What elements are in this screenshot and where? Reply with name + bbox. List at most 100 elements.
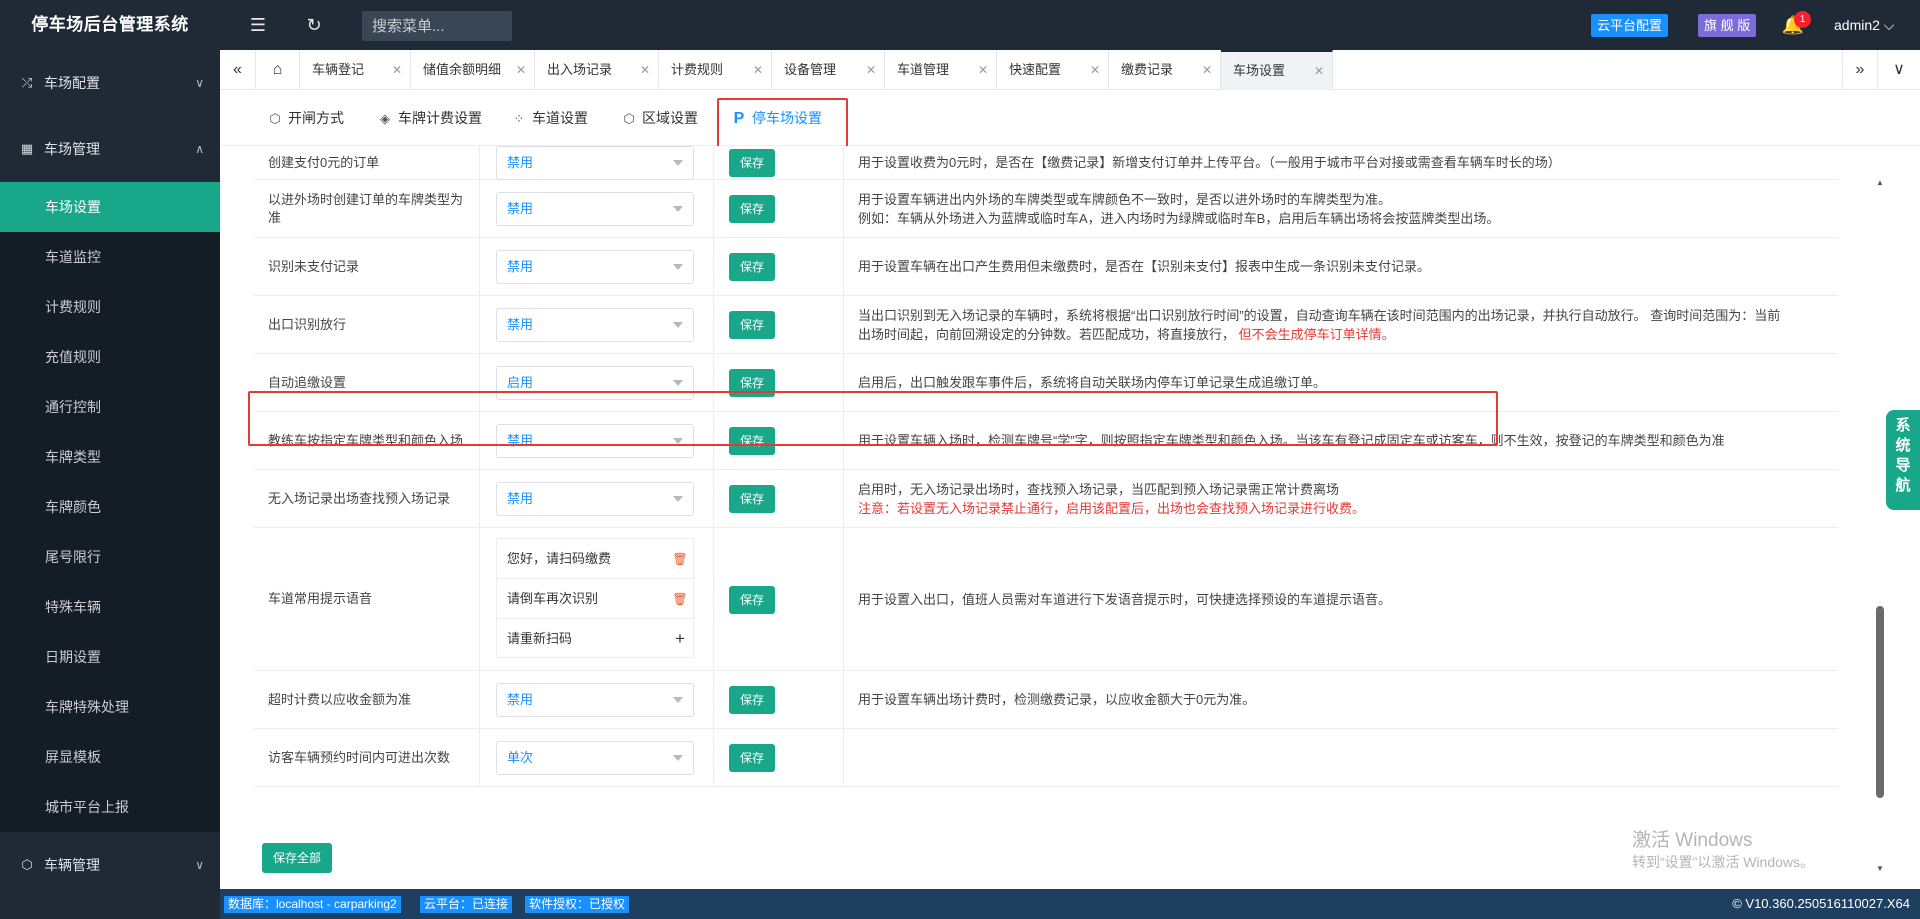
setting-description: 用于设置收费为0元时，是否在【缴费记录】新增支付订单并上传平台。（一般用于城市平… [858, 155, 1561, 170]
cloud-config-button[interactable]: 云平台配置 [1591, 14, 1669, 37]
sidebar-item-billing-rules[interactable]: 计费规则 [0, 282, 220, 332]
setting-select[interactable]: 禁用 [496, 146, 694, 180]
list-item[interactable]: 您好，请扫码缴费 🗑 [496, 538, 694, 578]
refresh-icon[interactable]: ↻ [301, 12, 327, 38]
sidebar-item-tail-restriction[interactable]: 尾号限行 [0, 532, 220, 582]
tab-quick-config[interactable]: 快速配置 ✕ [997, 50, 1109, 90]
trash-icon[interactable]: 🗑 [671, 539, 689, 579]
table-row: 超时计费以应收金额为准 禁用 保存 用于设置车辆出场计费时，检测缴费记录，以应收… [254, 671, 1838, 729]
chevron-up-icon: ∧ [195, 142, 204, 156]
plus-icon[interactable]: + [671, 619, 689, 659]
close-icon[interactable]: ✕ [978, 50, 988, 90]
setting-select[interactable]: 禁用 [496, 424, 694, 458]
table-row: 无入场记录出场查找预入场记录 禁用 保存 启用时，无入场记录出场时，查找预入场记… [254, 470, 1838, 528]
setting-select[interactable]: 单次 [496, 741, 694, 775]
tab-lane-manage[interactable]: 车道管理 ✕ [885, 50, 997, 90]
sidebar-item-plate-special[interactable]: 车牌特殊处理 [0, 682, 220, 732]
save-button[interactable]: 保存 [729, 686, 775, 714]
setting-select[interactable]: 禁用 [496, 308, 694, 342]
sidebar-item-special-vehicle[interactable]: 特殊车辆 [0, 582, 220, 632]
trash-icon[interactable]: 🗑 [671, 579, 689, 619]
close-icon[interactable]: ✕ [753, 50, 763, 90]
home-icon[interactable]: ⌂ [256, 50, 300, 90]
sidebar-item-city-report[interactable]: 城市平台上报 [0, 782, 220, 832]
setting-select[interactable]: 禁用 [496, 683, 694, 717]
sidebar-item-parking-settings[interactable]: 车场设置 [0, 182, 220, 232]
tab-billing-rules[interactable]: 计费规则 ✕ [659, 50, 772, 90]
search-menu-input[interactable] [362, 11, 512, 41]
save-button[interactable]: 保存 [729, 311, 775, 339]
save-button[interactable]: 保存 [729, 253, 775, 281]
list-item[interactable]: 请重新扫码 + [496, 618, 694, 658]
close-icon[interactable]: ✕ [1314, 52, 1324, 90]
caret-down-icon [673, 496, 683, 502]
save-button[interactable]: 保存 [729, 149, 775, 177]
setting-select[interactable]: 禁用 [496, 192, 694, 226]
user-menu[interactable]: admin2 ⌵ [1834, 0, 1894, 50]
scrollbar-thumb[interactable] [1876, 606, 1884, 798]
save-button[interactable]: 保存 [729, 195, 775, 223]
setting-select[interactable]: 启用 [496, 366, 694, 400]
save-all-button[interactable]: 保存全部 [262, 843, 332, 873]
edition-badge[interactable]: 旗 舰 版 [1698, 14, 1757, 37]
subtab-plate-billing[interactable]: ◈ 车牌计费设置 [376, 102, 482, 134]
setting-label: 以进外场时创建订单的车牌类型为准 [268, 191, 464, 225]
tabs-scroll-left-icon[interactable]: « [220, 50, 256, 90]
tab-payment-records[interactable]: 缴费记录 ✕ [1109, 50, 1221, 90]
setting-description-cont: 出场时间起，向前回溯设定的分钟数。若匹配成功，将直接放行， [858, 326, 1236, 342]
sidebar-group-parking-config[interactable]: ⤮ 车场配置 ∨ [0, 50, 220, 116]
close-icon[interactable]: ✕ [516, 50, 526, 90]
tab-vehicle-register[interactable]: 车辆登记 ✕ [300, 50, 411, 90]
setting-select[interactable]: 禁用 [496, 250, 694, 284]
sidebar-item-access-control[interactable]: 通行控制 [0, 382, 220, 432]
sidebar-item-date-settings[interactable]: 日期设置 [0, 632, 220, 682]
tab-label: 车辆登记 [312, 62, 365, 77]
tab-label: 车场设置 [1233, 63, 1286, 78]
subtab-gate-mode[interactable]: ⬡ 开闸方式 [266, 102, 344, 134]
tab-parking-settings[interactable]: 车场设置 ✕ [1221, 50, 1333, 90]
subtab-zone-settings[interactable]: ⬡ 区域设置 [620, 102, 698, 134]
tab-label: 计费规则 [671, 62, 724, 77]
save-button[interactable]: 保存 [729, 369, 775, 397]
voice-text: 请重新扫码 [507, 631, 573, 646]
tab-balance-detail[interactable]: 储值余额明细 ✕ [411, 50, 535, 90]
list-item[interactable]: 请倒车再次识别 🗑 [496, 578, 694, 618]
subtab-lane-settings[interactable]: ⁘ 车道设置 [510, 102, 588, 134]
close-icon[interactable]: ✕ [640, 50, 650, 90]
sidebar: ⤮ 车场配置 ∨ ▦ 车场管理 ∧ 车场设置 车道监控 计费规则 充值规则 通行… [0, 50, 220, 919]
sidebar-item-plate-color[interactable]: 车牌颜色 [0, 482, 220, 532]
menu-collapse-icon[interactable]: ☰ [245, 12, 271, 38]
sidebar-group-vehicle-manage[interactable]: ⬡ 车辆管理 ∨ [0, 832, 220, 898]
tab-in-out-records[interactable]: 出入场记录 ✕ [535, 50, 659, 90]
tabs-scroll-right-icon[interactable]: » [1842, 50, 1878, 90]
sidebar-item-display-template[interactable]: 屏显模板 [0, 732, 220, 782]
close-icon[interactable]: ✕ [1202, 50, 1212, 90]
sidebar-item-plate-type[interactable]: 车牌类型 [0, 432, 220, 482]
close-icon[interactable]: ✕ [392, 50, 402, 90]
save-button[interactable]: 保存 [729, 427, 775, 455]
scroll-down-icon[interactable]: ▼ [1875, 864, 1885, 874]
save-button[interactable]: 保存 [729, 744, 775, 772]
vertical-scrollbar[interactable]: ▲ ▼ [1873, 178, 1887, 874]
setting-select[interactable]: 禁用 [496, 482, 694, 516]
table-row: 教练车按指定车牌类型和颜色入场 禁用 保存 用于设置车辆入场时，检测车牌号“学”… [254, 412, 1838, 470]
table-row: 出口识别放行 禁用 保存 当出口识别到无入场记录的车辆时，系统将根据“出口识别放… [254, 296, 1838, 354]
subtab-parking-lot-settings[interactable]: P 停车场设置 [730, 102, 822, 134]
scroll-up-icon[interactable]: ▲ [1875, 178, 1885, 188]
tab-device-manage[interactable]: 设备管理 ✕ [772, 50, 885, 90]
chevron-down-icon[interactable]: ∨ [1878, 50, 1920, 90]
close-icon[interactable]: ✕ [866, 50, 876, 90]
select-value: 禁用 [507, 317, 534, 332]
save-button[interactable]: 保存 [729, 586, 775, 614]
sidebar-item-lane-monitor[interactable]: 车道监控 [0, 232, 220, 282]
status-cloud: 云平台：已连接 [420, 896, 513, 913]
select-value: 启用 [507, 375, 534, 390]
status-license: 软件授权：已授权 [525, 896, 630, 913]
sidebar-item-recharge-rules[interactable]: 充值规则 [0, 332, 220, 382]
nodes-icon: ⁘ [513, 111, 525, 126]
close-icon[interactable]: ✕ [1090, 50, 1100, 90]
system-nav-button[interactable]: 系统导航 [1886, 410, 1920, 510]
sidebar-group-parking-manage[interactable]: ▦ 车场管理 ∧ [0, 116, 220, 182]
setting-description: 启用时，无入场记录出场时，查找预入场记录，当匹配到预入场记录需正常计费离场 [858, 481, 1340, 497]
save-button[interactable]: 保存 [729, 485, 775, 513]
